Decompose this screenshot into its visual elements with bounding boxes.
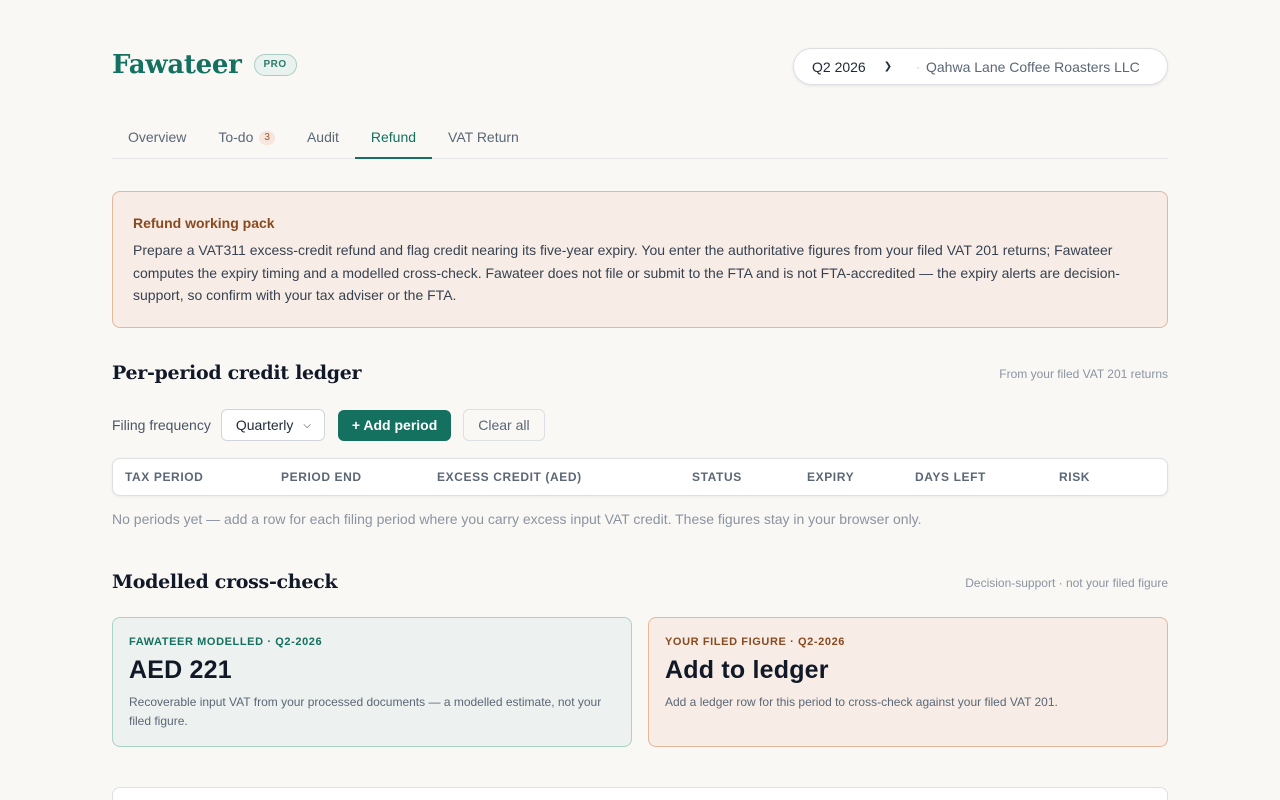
section-note: Decision-support · not your filed figure <box>965 576 1168 590</box>
column-header-days-left: DAYS LEFT <box>915 470 986 484</box>
section-title: Per-period credit ledger <box>112 362 362 384</box>
card-value: Add to ledger <box>665 656 829 684</box>
tab-label: Overview <box>128 129 187 145</box>
tab-refund[interactable]: Refund <box>354 118 433 159</box>
card-label: FAWATEER MODELLED · Q2-2026 <box>129 636 323 648</box>
ledger-empty-state: No periods yet — add a row for each fili… <box>112 511 922 527</box>
ledger-controls: Filing frequency Quarterly ⌵ + Add perio… <box>112 409 545 441</box>
column-header-expiry: EXPIRY <box>807 470 855 484</box>
todo-count-badge: 3 <box>259 131 275 145</box>
add-period-button[interactable]: + Add period <box>337 409 452 441</box>
card-description: Add a ledger row for this period to cros… <box>665 695 1058 709</box>
tab-todo[interactable]: To-do 3 <box>202 118 291 159</box>
separator-dot: · <box>916 59 920 74</box>
notice-title: Refund working pack <box>133 215 275 231</box>
tab-overview[interactable]: Overview <box>112 118 202 159</box>
crosscheck-section-header: Modelled cross-check Decision-support · … <box>112 571 1168 597</box>
chevron-down-icon: ⌵ <box>303 419 311 431</box>
modelled-figure-card: FAWATEER MODELLED · Q2-2026 AED 221 Reco… <box>112 617 632 747</box>
brand-logo[interactable]: Fawateer <box>112 50 242 80</box>
period-select[interactable]: Q2 2026 ❯ <box>812 59 910 75</box>
section-title: Modelled cross-check <box>112 571 338 593</box>
column-header-status: STATUS <box>692 470 742 484</box>
period-select-value: Q2 2026 <box>812 58 866 75</box>
card-description: Recoverable input VAT from your processe… <box>129 695 602 728</box>
chevron-down-icon: ❯ <box>883 61 893 72</box>
card-label: YOUR FILED FIGURE · Q2-2026 <box>665 636 846 648</box>
column-header-risk: RISK <box>1059 470 1091 484</box>
filing-frequency-label: Filing frequency <box>112 417 211 433</box>
ledger-section-header: Per-period credit ledger From your filed… <box>112 362 1168 388</box>
tab-vat-return[interactable]: VAT Return <box>432 118 535 159</box>
tab-audit[interactable]: Audit <box>291 118 355 159</box>
card-value: AED 221 <box>129 656 232 684</box>
next-section-card <box>112 787 1168 800</box>
filed-figure-card: YOUR FILED FIGURE · Q2-2026 Add to ledge… <box>648 617 1168 747</box>
column-header-excess-credit: EXCESS CREDIT (AED) <box>437 470 582 484</box>
column-header-tax-period: TAX PERIOD <box>125 470 204 484</box>
pro-badge: PRO <box>253 54 297 76</box>
ledger-table-header: TAX PERIOD PERIOD END EXCESS CREDIT (AED… <box>112 458 1168 496</box>
company-name: Qahwa Lane Coffee Roasters LLC <box>926 58 1140 75</box>
period-company-picker: Q2 2026 ❯ · Qahwa Lane Coffee Roasters L… <box>793 48 1168 85</box>
brand: Fawateer PRO <box>112 50 297 80</box>
filing-frequency-value: Quarterly <box>235 417 294 433</box>
tab-label: To-do <box>218 129 254 145</box>
column-header-period-end: PERIOD END <box>281 470 362 484</box>
tab-label: VAT Return <box>448 129 519 145</box>
tab-label: Refund <box>370 129 417 145</box>
clear-all-button[interactable]: Clear all <box>463 409 545 441</box>
section-note: From your filed VAT 201 returns <box>999 367 1168 381</box>
main-tabs: Overview To-do 3 Audit Refund VAT Return <box>112 118 1168 159</box>
app-header: Fawateer PRO Q2 2026 ❯ · Qahwa Lane Coff… <box>112 48 1168 86</box>
notice-body: Prepare a VAT311 excess-credit refund an… <box>133 242 1120 303</box>
tab-label: Audit <box>306 129 339 145</box>
refund-notice: Refund working pack Prepare a VAT311 exc… <box>112 191 1168 328</box>
filing-frequency-select[interactable]: Quarterly ⌵ <box>220 409 325 441</box>
